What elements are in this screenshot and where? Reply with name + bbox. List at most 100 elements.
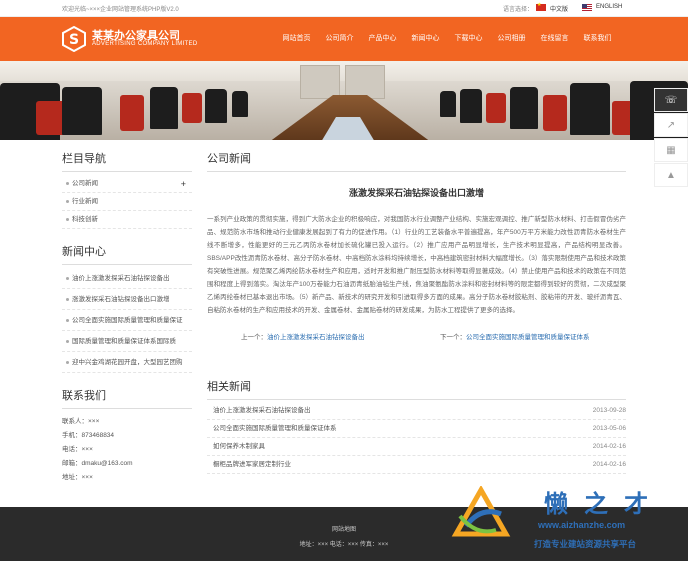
qrcode-icon[interactable]: ▦	[654, 138, 688, 162]
prev-label: 上一个：	[241, 334, 267, 341]
list-item[interactable]: 如何保养木制家具 2014-02-16	[207, 438, 626, 456]
sidebar: 栏目导航 公司新闻 + 行业新闻 科技创新 新闻中心 油价上涨激发探采石油钻探设…	[62, 150, 192, 485]
news-link[interactable]: 公司全面实施国际质量管理和质量保证	[72, 317, 183, 324]
related-news-link[interactable]: 油价上涨激发探采石油钻探设备出	[213, 407, 311, 414]
bullet-icon	[66, 339, 69, 343]
customer-service-icon[interactable]: ☏	[654, 88, 688, 112]
banner-chair	[440, 91, 456, 117]
list-item[interactable]: 油价上涨激发探采石油钻探设备出	[62, 268, 192, 289]
expand-plus-icon[interactable]: +	[181, 175, 186, 193]
related-news-link[interactable]: 公司全面实施国际质量管理和质量保证体系	[213, 425, 337, 432]
nav-item-products[interactable]: 产品中心	[361, 17, 404, 61]
sidebar-item-industry-news[interactable]: 行业新闻	[62, 193, 192, 211]
banner-window	[300, 65, 340, 99]
prev-next-nav: 上一个：油价上涨激发探采石油钻探设备出 下一个：公司全面实施国际质量管理和质量保…	[207, 331, 626, 343]
nav-item-message[interactable]: 在线留言	[533, 17, 576, 61]
news-date: 2013-05-06	[592, 425, 626, 432]
banner-chair	[510, 87, 538, 129]
bullet-icon	[66, 217, 69, 221]
prev-article: 上一个：油价上涨激发探采石油钻探设备出	[241, 331, 365, 341]
nav-item-home[interactable]: 网站首页	[275, 17, 318, 61]
language-chinese-link[interactable]: 中文版	[550, 4, 568, 13]
contact-phone: 电话：×××	[62, 446, 93, 453]
next-article-link[interactable]: 公司全面实施国际质量管理和质量保证体系	[466, 334, 590, 341]
top-bar: 欢迎光临~×××企业网站管理系统PHP版V2.0 语言选择： 中文版 ENGLI…	[0, 0, 688, 17]
banner-chair	[205, 89, 227, 123]
company-logo-icon[interactable]: S	[62, 25, 86, 53]
list-item[interactable]: 公司全面实施国际质量管理和质量保证体系 2013-05-06	[207, 420, 626, 438]
welcome-text: 欢迎光临~×××企业网站管理系统PHP版V2.0	[62, 7, 179, 13]
news-date: 2013-09-28	[592, 407, 626, 414]
watermark-url: www.aizhanzhe.com	[538, 520, 626, 530]
news-center-title: 新闻中心	[62, 243, 192, 265]
contact-address: 地址：×××	[62, 474, 93, 481]
list-item[interactable]: 国际质量管理和质量保证体系国际质	[62, 331, 192, 352]
news-link[interactable]: 国际质量管理和质量保证体系国际质	[72, 338, 176, 345]
back-to-top-icon[interactable]: ▲	[654, 163, 688, 187]
sidebar-item-label: 公司新闻	[72, 180, 98, 187]
page-title: 公司新闻	[207, 150, 626, 172]
bullet-icon	[66, 181, 69, 185]
news-date: 2014-02-16	[592, 443, 626, 450]
list-item[interactable]: 橱柜品牌进军家居定制行业 2014-02-16	[207, 456, 626, 474]
list-item[interactable]: 公司全面实施国际质量管理和质量保证	[62, 310, 192, 331]
china-flag-icon[interactable]	[536, 2, 546, 11]
banner-chair	[62, 87, 102, 135]
news-link[interactable]: 油价上涨激发探采石油钻探设备出	[72, 275, 170, 282]
news-date: 2014-02-16	[592, 461, 626, 468]
svg-text:S: S	[69, 32, 79, 48]
news-link[interactable]: 迎中兴金鸡湖花园开盘，大型园艺团购	[72, 359, 183, 366]
nav-item-downloads[interactable]: 下载中心	[447, 17, 490, 61]
sidebar-item-tech-innovation[interactable]: 科技创新	[62, 211, 192, 229]
bullet-icon	[66, 318, 69, 322]
next-article: 下一个：公司全面实施国际质量管理和质量保证体系	[440, 331, 590, 341]
company-english-name: ADVERTISING COMPANY LIMITED	[92, 41, 198, 47]
banner-image	[0, 61, 688, 140]
us-flag-icon[interactable]	[582, 4, 592, 11]
banner-chair	[570, 83, 610, 135]
banner-chair	[460, 89, 482, 123]
sidebar-item-company-news[interactable]: 公司新闻 +	[62, 175, 192, 193]
nav-item-contact[interactable]: 联系我们	[576, 17, 619, 61]
nav-item-news[interactable]: 新闻中心	[404, 17, 447, 61]
banner-chair	[232, 91, 248, 117]
sidebar-item-label: 行业新闻	[72, 198, 98, 205]
contact-person: 联系人：×××	[62, 418, 100, 425]
main-nav: 网站首页 公司简介 产品中心 新闻中心 下载中心 公司相册 在线留言 联系我们	[275, 17, 619, 61]
banner-chair	[486, 93, 506, 123]
related-news-title: 相关新闻	[207, 378, 626, 400]
sidebar-item-label: 科技创新	[72, 216, 98, 223]
prev-article-link[interactable]: 油价上涨激发探采石油钻探设备出	[267, 334, 365, 341]
nav-item-about[interactable]: 公司简介	[318, 17, 361, 61]
related-news-link[interactable]: 橱柜品牌进军家居定制行业	[213, 461, 291, 468]
banner-window	[345, 65, 385, 99]
bullet-icon	[66, 360, 69, 364]
watermark-logo-icon	[451, 486, 511, 537]
watermark: 懒之才 www.aizhanzhe.com 打造专业建站资源共享平台	[446, 480, 688, 561]
contact-email: 邮箱：dmaku@163.com	[62, 460, 133, 467]
watermark-brand: 懒之才	[544, 489, 664, 518]
language-english-link[interactable]: ENGLISH	[596, 4, 622, 10]
nav-item-album[interactable]: 公司相册	[490, 17, 533, 61]
contact-mobile: 手机：873468834	[62, 432, 115, 439]
share-icon[interactable]: ↗	[654, 113, 688, 137]
news-link[interactable]: 涨激发探采石油钻探设备出口激增	[72, 296, 170, 303]
next-label: 下一个：	[440, 334, 466, 341]
related-news-link[interactable]: 如何保养木制家具	[213, 443, 265, 450]
main-content: 公司新闻 涨激发探采石油钻探设备出口激增 一系列产业政策的贯彻实施，得到广大防水…	[207, 150, 626, 343]
category-nav-title: 栏目导航	[62, 150, 192, 172]
list-item[interactable]: 油价上涨激发探采石油钻探设备出 2013-09-28	[207, 402, 626, 420]
language-label: 语言选择：	[503, 7, 534, 13]
list-item[interactable]: 涨激发探采石油钻探设备出口激增	[62, 289, 192, 310]
article-body: 一系列产业政策的贯彻实施，得到广大防水企业的积极响应，对我国防水行业调整产业结构…	[207, 216, 626, 314]
header: S 某某办公家具公司 ADVERTISING COMPANY LIMITED 网…	[0, 17, 688, 61]
contact-title: 联系我们	[62, 387, 192, 409]
banner-chair	[120, 95, 144, 131]
bullet-icon	[66, 199, 69, 203]
banner-chair	[543, 95, 567, 131]
related-news-list: 油价上涨激发探采石油钻探设备出 2013-09-28 公司全面实施国际质量管理和…	[207, 402, 626, 474]
bullet-icon	[66, 297, 69, 301]
banner-chair	[150, 87, 178, 129]
watermark-slogan: 打造专业建站资源共享平台	[534, 539, 637, 549]
list-item[interactable]: 迎中兴金鸡湖花园开盘，大型园艺团购	[62, 352, 192, 373]
